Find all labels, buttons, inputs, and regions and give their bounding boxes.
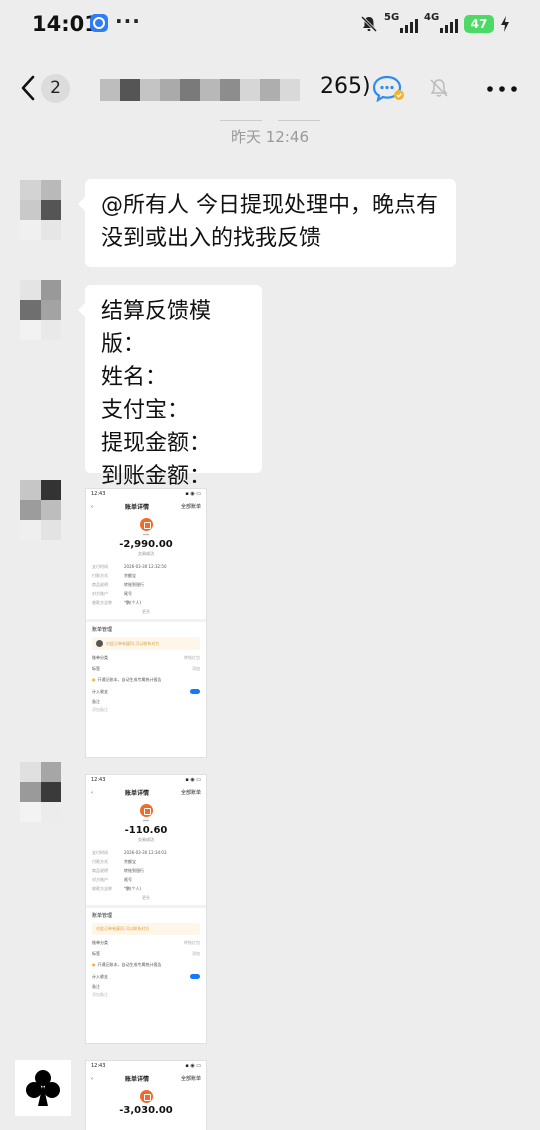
unread-badge[interactable]: 2 bbox=[41, 74, 70, 103]
status-more: ··· bbox=[115, 9, 141, 33]
template-line: 姓名： bbox=[101, 365, 168, 390]
bill-amount: -2,990.00 bbox=[119, 539, 173, 550]
message-text-line: @所有人 今日提现处理中，晚点有 bbox=[101, 193, 438, 218]
status-bar: 14:01 ··· 5G 4G 47 bbox=[0, 0, 540, 50]
sender-avatar[interactable] bbox=[20, 762, 61, 822]
template-line: 提现金额： bbox=[101, 431, 212, 456]
more-icon[interactable] bbox=[487, 86, 517, 92]
chat-bubble-icon[interactable] bbox=[372, 74, 406, 102]
mute-bell-icon[interactable] bbox=[428, 77, 450, 99]
image-message-screenshot[interactable]: 12:43 ▪ ◉ ▭ ‹ 账单详情 全部账单 -3,030.00 bbox=[85, 1060, 207, 1130]
bill-amount: -110.60 bbox=[124, 825, 168, 836]
image-message-screenshot[interactable]: 12:43 ▪ ◉ ▭ ‹ 账单详情 全部账单 *** -110.60 交易成功 … bbox=[85, 774, 207, 1044]
message-bubble-template[interactable]: 结算反馈模版： 姓名： 支付宝： 提现金额： 到账金额： bbox=[78, 285, 262, 489]
template-line: 结算反馈模版： bbox=[101, 299, 212, 357]
battery-indicator: 47 bbox=[464, 15, 494, 33]
bill-amount: -3,030.00 bbox=[119, 1105, 173, 1116]
sender-avatar-club[interactable] bbox=[15, 1060, 71, 1116]
club-icon bbox=[26, 1070, 60, 1106]
timestamp-line-left bbox=[220, 120, 262, 121]
image-message-screenshot[interactable]: 12:43 ▪ ◉ ▭ ‹ 账单详情 全部账单 *** -2,990.00 交易成… bbox=[85, 488, 207, 758]
signal-4g: 4G bbox=[424, 12, 458, 35]
back-chevron-icon: ‹ bbox=[91, 503, 93, 510]
template-line: 支付宝： bbox=[101, 398, 190, 423]
charging-icon bbox=[501, 16, 509, 32]
timestamp-line-right bbox=[278, 120, 320, 121]
back-chevron-icon[interactable] bbox=[20, 75, 36, 101]
sender-avatar[interactable] bbox=[20, 480, 61, 540]
alipay-logo-icon bbox=[139, 804, 153, 817]
silent-bell-icon bbox=[360, 15, 378, 33]
back-chevron-icon: ‹ bbox=[91, 1075, 93, 1082]
sender-avatar[interactable] bbox=[20, 280, 61, 340]
chat-title-redacted bbox=[100, 79, 300, 101]
back-chevron-icon: ‹ bbox=[91, 789, 93, 796]
alipay-logo-icon bbox=[139, 518, 153, 531]
toggle-switch bbox=[190, 688, 200, 694]
status-indicators: 5G 4G 47 bbox=[360, 12, 510, 36]
sender-avatar[interactable] bbox=[20, 180, 61, 240]
toggle-switch bbox=[190, 973, 200, 979]
app-icon bbox=[90, 14, 108, 32]
message-timestamp: 昨天 12:46 bbox=[231, 128, 309, 146]
chat-member-count: 265) bbox=[320, 74, 371, 99]
chat-header: 2 265) bbox=[0, 60, 540, 118]
message-bubble[interactable]: @所有人 今日提现处理中，晚点有 没到或出入的找我反馈 bbox=[78, 179, 456, 267]
alipay-logo-icon bbox=[139, 1090, 153, 1103]
message-text-line: 没到或出入的找我反馈 bbox=[101, 226, 322, 251]
signal-5g: 5G bbox=[384, 12, 418, 35]
